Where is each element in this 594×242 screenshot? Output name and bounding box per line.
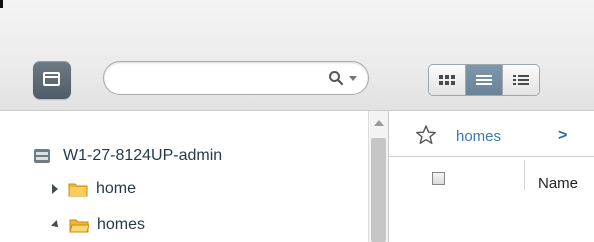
detail-view-button[interactable] (503, 65, 539, 95)
list-view-button[interactable] (466, 65, 503, 95)
expand-arrow-icon[interactable] (52, 184, 58, 194)
search-icon[interactable] (328, 70, 344, 86)
column-header-name[interactable]: Name (538, 175, 578, 192)
window-icon (43, 72, 60, 86)
tree-item-server[interactable]: W1-27-8124UP-admin (33, 145, 222, 167)
search-box[interactable] (103, 61, 369, 95)
folder-icon (68, 183, 88, 196)
select-all-checkbox[interactable] (432, 172, 445, 185)
server-label: W1-27-8124UP-admin (63, 147, 223, 164)
tree-item-homes[interactable]: homes (51, 214, 146, 236)
detail-list-icon (513, 75, 529, 85)
collapse-arrow-icon[interactable] (51, 220, 61, 230)
scroll-thumb[interactable] (371, 138, 386, 242)
tree-item-label: home (96, 180, 137, 197)
breadcrumb-separator: > (558, 127, 568, 144)
tree-item-home[interactable]: home (52, 178, 136, 200)
chevron-down-icon[interactable] (349, 76, 357, 81)
search-input[interactable] (118, 68, 322, 90)
star-icon[interactable] (415, 124, 437, 146)
server-icon (34, 149, 50, 163)
open-folder-icon (69, 219, 89, 232)
list-icon (476, 75, 492, 85)
grid-icon (439, 75, 455, 85)
toggle-left-panel-button[interactable] (33, 61, 71, 99)
scroll-up-icon[interactable] (374, 120, 384, 126)
tree-item-label: homes (97, 216, 146, 233)
thumbnail-view-button[interactable] (429, 65, 466, 95)
breadcrumb-homes[interactable]: homes (456, 128, 501, 145)
column-separator[interactable] (524, 160, 525, 190)
view-mode-switcher (428, 64, 540, 96)
corner-mark (0, 0, 3, 8)
tree-scrollbar[interactable] (368, 111, 388, 242)
